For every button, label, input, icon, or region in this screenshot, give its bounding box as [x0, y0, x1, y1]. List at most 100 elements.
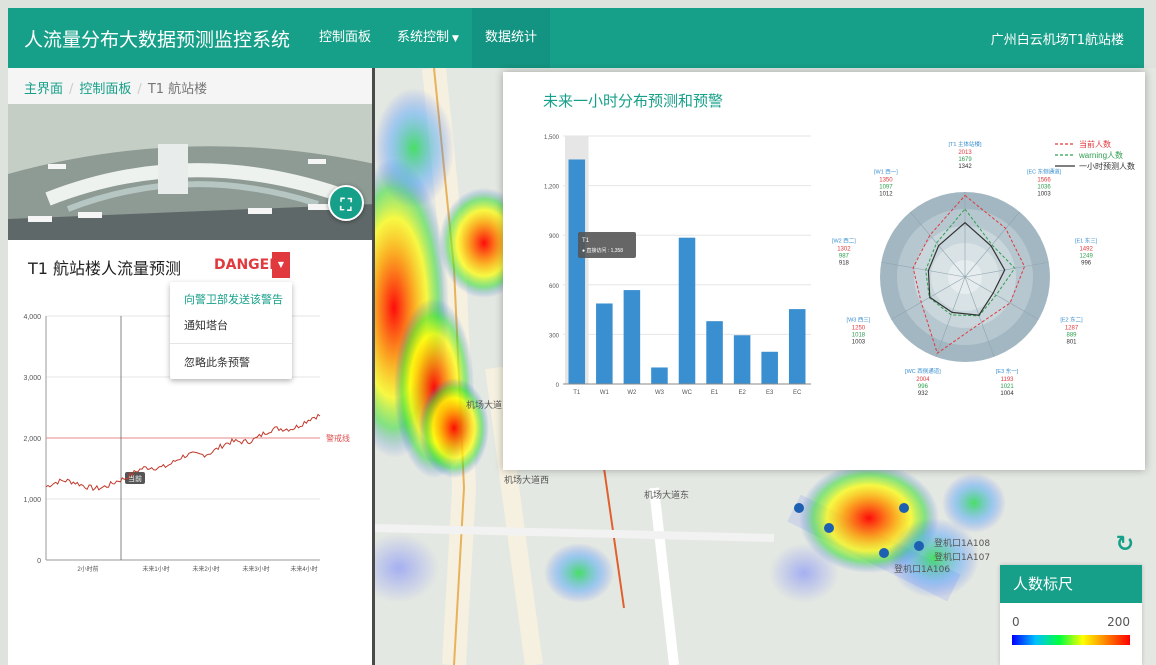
bar-W3[interactable] — [651, 367, 668, 384]
road-label: 机场大道西 — [504, 476, 550, 486]
radar-indicator-value: 2004 — [916, 377, 930, 383]
radar-indicator-value: 932 — [918, 391, 929, 397]
radar-indicator-name: [EC 东侧通道] — [1027, 167, 1062, 175]
danger-dropdown-menu: 向警卫部发送该警告 通知塔台 忽略此条预警 — [170, 282, 292, 379]
prediction-title: T1 航站楼人流量预测 — [28, 259, 182, 278]
breadcrumb-separator: / — [69, 82, 74, 97]
tooltip-name: T1 — [582, 238, 590, 244]
bar-x-label: T1 — [573, 390, 581, 396]
x-tick-label: 未来1小时 — [142, 565, 169, 573]
current-marker-label: 当前 — [128, 474, 142, 483]
y-tick-label: 3,000 — [23, 375, 41, 382]
danger-dropdown-toggle[interactable]: ▼ — [272, 252, 290, 278]
legend-label[interactable]: 当前人数 — [1079, 139, 1111, 149]
bar-x-label: W3 — [655, 390, 665, 396]
bar-x-label: E1 — [711, 390, 719, 396]
terminal-illustration — [8, 104, 372, 240]
bar-T1[interactable] — [568, 159, 586, 384]
bar-EC[interactable] — [788, 309, 806, 384]
nav-item-data-stats[interactable]: 数据统计 — [471, 8, 550, 68]
menu-divider — [170, 343, 292, 344]
radar-indicator-value: 987 — [839, 254, 850, 260]
radar-indicator-value: 996 — [1081, 261, 1092, 267]
radar-indicator-value: 1018 — [852, 333, 866, 339]
menu-item-notify-tower[interactable]: 通知塔台 — [170, 312, 292, 338]
radar-indicator-value: 1566 — [1037, 177, 1051, 183]
radar-indicator-value: 1302 — [837, 247, 851, 253]
bar-y-tick-label: 300 — [549, 333, 560, 339]
bar-x-label: WC — [682, 390, 693, 396]
radar-indicator-value: 889 — [1067, 333, 1078, 339]
y-tick-label: 4,000 — [23, 314, 41, 321]
radar-indicator-name: [WC 西侧通道] — [905, 367, 941, 375]
bar-E3[interactable] — [761, 351, 778, 384]
bar-y-tick-label: 1,200 — [544, 185, 560, 191]
bar-E2[interactable] — [733, 335, 751, 384]
breadcrumb-panel[interactable]: 控制面板 — [79, 82, 131, 97]
x-tick-label: 未来4小时 — [290, 565, 317, 573]
nav-item-label: 数据统计 — [484, 30, 537, 45]
breadcrumb-home[interactable]: 主界面 — [24, 82, 63, 97]
radar-indicator-value: 1003 — [1037, 191, 1051, 197]
nav-item-label: 控制面板 — [319, 30, 372, 45]
x-tick-label: 未来2小时 — [192, 565, 219, 573]
nav-item-control-panel[interactable]: 控制面板 — [306, 8, 384, 68]
bar-WC[interactable] — [678, 237, 696, 384]
bar-E1[interactable] — [706, 321, 723, 384]
radar-indicator-value: 1342 — [958, 164, 972, 170]
breadcrumb: 主界面 / 控制面板 / T1 航站楼 — [8, 68, 372, 104]
radar-indicator-name: [W2 西二] — [832, 238, 856, 245]
scale-title: 人数标尺 — [1000, 565, 1142, 603]
refresh-icon[interactable]: ↻ — [1116, 532, 1134, 557]
menu-item-ignore-warning[interactable]: 忽略此条预警 — [170, 349, 292, 375]
gate-label: 登机口1A106 — [894, 565, 951, 575]
radar-indicator-name: [W3 西三] — [847, 317, 871, 324]
focus-camera-button[interactable]: ⛶ — [328, 185, 364, 221]
bar-W1[interactable] — [596, 303, 613, 384]
legend-label[interactable]: warning人数 — [1078, 150, 1123, 160]
radar-indicator-value: 1003 — [852, 340, 866, 346]
bar-tooltip — [578, 232, 636, 258]
breadcrumb-current: T1 航站楼 — [147, 82, 208, 97]
radar-indicator-value: 1287 — [1065, 326, 1079, 332]
radar-indicator-value: 1679 — [958, 157, 972, 163]
radar-indicator-name: [T1 主体站楼] — [948, 140, 981, 148]
bar-W2[interactable] — [623, 290, 641, 384]
x-tick-label: 2小时前 — [77, 565, 98, 573]
radar-indicator-value: 1350 — [879, 177, 893, 183]
scale-legend-panel: 人数标尺 0 200 — [1000, 565, 1142, 665]
scale-min: 0 — [1012, 615, 1020, 629]
location-label[interactable]: 广州白云机场T1航站楼 — [991, 29, 1144, 48]
terminal-photo — [8, 104, 372, 240]
breadcrumb-separator: / — [137, 82, 142, 97]
radar-indicator-value: 1012 — [879, 191, 893, 197]
radar-indicator-value: 1492 — [1079, 247, 1093, 253]
y-tick-label: 1,000 — [23, 497, 41, 504]
app-title[interactable]: 人流量分布大数据预测监控系统 — [8, 25, 306, 52]
legend-label[interactable]: 一小时预测人数 — [1079, 161, 1135, 171]
bar-y-tick-label: 900 — [549, 234, 560, 240]
left-panel: 主界面 / 控制面板 / T1 航站楼 ⛶ T1 航站楼人流量预测 DANGER ▼ 向… — [8, 68, 375, 665]
radar-indicator-value: 1004 — [1000, 391, 1014, 397]
nav-item-label: 系统控制 — [397, 30, 450, 45]
threshold-label: 警戒线 — [326, 433, 350, 443]
road-label: 机场大道东 — [644, 491, 690, 501]
tooltip-value: ● 直接访问 : 1,358 — [582, 247, 623, 254]
flow-line — [45, 413, 321, 492]
menu-item-alert-security[interactable]: 向警卫部发送该警告 — [170, 286, 292, 312]
bar-y-tick-label: 1,500 — [544, 135, 560, 141]
stats-popup: 未来一小时分布预测和预警 0 300 600 900 1,200 1,500 T1 W1 W2 W… — [503, 72, 1145, 470]
scale-max: 200 — [1107, 615, 1130, 629]
bar-x-label: W1 — [600, 390, 610, 396]
danger-status: DANGER — [214, 257, 281, 273]
scale-gradient-bar — [1012, 635, 1130, 645]
x-tick-label: 未来3小时 — [242, 565, 269, 573]
radar-indicator-value: 1021 — [1000, 384, 1014, 390]
y-tick-label: 2,000 — [23, 436, 41, 443]
radar-indicator-value: 2013 — [958, 150, 972, 156]
radar-indicator-value: 1250 — [852, 326, 866, 332]
nav-item-system-control[interactable]: 系统控制 ▼ — [384, 8, 472, 68]
bar-y-tick-label: 0 — [556, 383, 560, 389]
bar-x-label: EC — [793, 390, 802, 396]
radar-indicator-value: 1036 — [1037, 184, 1051, 190]
